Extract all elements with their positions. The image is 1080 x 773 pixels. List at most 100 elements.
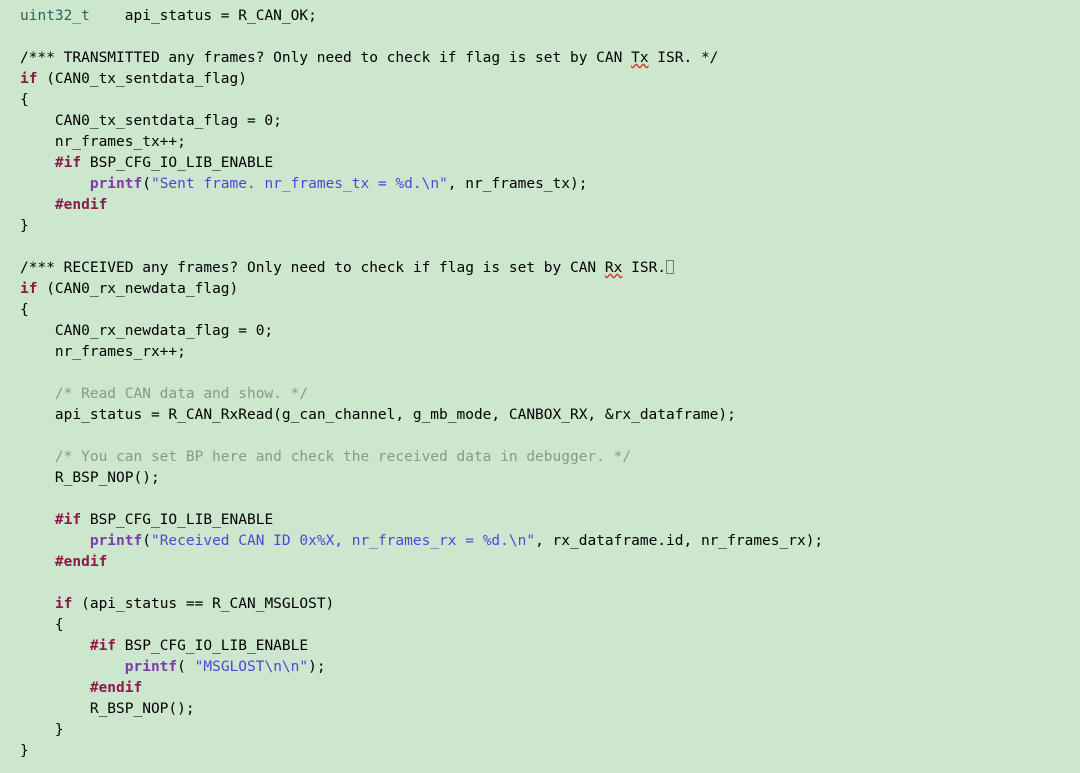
code-line[interactable]: #if BSP_CFG_IO_LIB_ENABLE [20, 153, 1080, 174]
code-token-misspelled-word: Rx [604, 260, 623, 276]
code-line[interactable]: #endif [20, 552, 1080, 573]
code-token-plain: } [20, 218, 29, 234]
code-line[interactable]: R_BSP_NOP(); [20, 699, 1080, 720]
code-token-plain: CAN0_rx_newdata_flag = 0; [54, 323, 274, 339]
code-line[interactable]: #endif [20, 678, 1080, 699]
code-line[interactable]: api_status = R_CAN_RxRead(g_can_channel,… [20, 405, 1080, 426]
code-line[interactable]: { [20, 90, 1080, 111]
code-token-misspelled-word: Tx [631, 50, 649, 66]
code-line[interactable]: if (CAN0_rx_newdata_flag) [20, 279, 1080, 300]
code-line[interactable]: #if BSP_CFG_IO_LIB_ENABLE [20, 510, 1080, 531]
code-line[interactable]: { [20, 615, 1080, 636]
code-token-preprocessor: #if [89, 638, 117, 654]
code-token-plain: ( [142, 176, 151, 192]
code-line[interactable]: } [20, 741, 1080, 762]
code-line[interactable]: printf("Received CAN ID 0x%X, nr_frames_… [20, 531, 1080, 552]
code-line[interactable]: uint32_t api_status = R_CAN_OK; [20, 6, 1080, 27]
code-token-doc-comment: ISR. */ [648, 50, 719, 66]
code-token-plain: api_status = R_CAN_RxRead(g_can_channel,… [54, 407, 736, 423]
code-token-plain: R_BSP_NOP(); [89, 701, 195, 717]
code-token-preprocessor: #endif [54, 197, 108, 213]
code-line[interactable]: CAN0_rx_newdata_flag = 0; [20, 321, 1080, 342]
code-token-plain: BSP_CFG_IO_LIB_ENABLE [116, 638, 309, 654]
code-token-keyword: if [20, 71, 38, 87]
code-line[interactable]: #endif [20, 195, 1080, 216]
code-token-plain: nr_frames_rx++; [54, 344, 186, 360]
code-token-plain: } [20, 743, 29, 759]
code-token-plain: (CAN0_rx_newdata_flag) [37, 281, 239, 297]
code-token-preprocessor: #endif [54, 554, 108, 570]
code-line[interactable]: printf( "MSGLOST\n\n"); [20, 657, 1080, 678]
code-token-function: printf [89, 176, 143, 192]
code-line[interactable]: #if BSP_CFG_IO_LIB_ENABLE [20, 636, 1080, 657]
code-token-plain: api_status = R_CAN_OK; [89, 8, 317, 24]
code-line[interactable]: } [20, 720, 1080, 741]
code-token-plain: BSP_CFG_IO_LIB_ENABLE [81, 512, 274, 528]
code-token-string: "Sent frame. nr_frames_tx = %d.\n" [150, 176, 448, 192]
missing-glyph-icon [666, 259, 675, 274]
code-token-plain: CAN0_tx_sentdata_flag = 0; [54, 113, 282, 129]
code-token-plain: , nr_frames_tx); [447, 176, 588, 192]
code-token-preprocessor: #if [54, 155, 82, 171]
code-token-doc-comment: /*** TRANSMITTED any frames? Only need t… [20, 50, 632, 66]
code-token-doc-comment: /*** RECEIVED any frames? Only need to c… [20, 260, 605, 276]
code-token-preprocessor: #if [54, 512, 82, 528]
code-token-plain: { [20, 302, 29, 318]
code-token-comment: /* You can set BP here and check the rec… [54, 449, 632, 465]
code-token-keyword: if [54, 596, 73, 612]
code-line[interactable]: CAN0_tx_sentdata_flag = 0; [20, 111, 1080, 132]
code-token-plain: ( [142, 533, 151, 549]
code-line[interactable]: nr_frames_rx++; [20, 342, 1080, 363]
code-line[interactable]: /*** RECEIVED any frames? Only need to c… [20, 258, 1080, 279]
code-token-plain: nr_frames_tx++; [54, 134, 186, 150]
code-line[interactable]: nr_frames_tx++; [20, 132, 1080, 153]
code-line[interactable]: /*** TRANSMITTED any frames? Only need t… [20, 48, 1080, 69]
code-token-plain: , rx_dataframe.id, nr_frames_rx); [535, 533, 824, 549]
code-token-function: printf [124, 659, 178, 675]
code-block[interactable]: uint32_t api_status = R_CAN_OK; /*** TRA… [20, 6, 1080, 762]
code-token-plain: { [54, 617, 64, 633]
code-token-string: "MSGLOST\n\n" [194, 659, 309, 675]
code-token-plain: { [20, 92, 29, 108]
code-line[interactable]: /* Read CAN data and show. */ [20, 384, 1080, 405]
code-token-plain: BSP_CFG_IO_LIB_ENABLE [81, 155, 274, 171]
code-token-string: "Received CAN ID 0x%X, nr_frames_rx = %d… [150, 533, 536, 549]
code-token-keyword: if [20, 281, 38, 297]
code-token-plain: (CAN0_tx_sentdata_flag) [37, 71, 247, 87]
code-token-plain: ( [177, 659, 195, 675]
code-line[interactable]: if (api_status == R_CAN_MSGLOST) [20, 594, 1080, 615]
code-line[interactable]: /* You can set BP here and check the rec… [20, 447, 1080, 468]
code-token-doc-comment: ISR. [622, 260, 667, 276]
code-line[interactable]: R_BSP_NOP(); [20, 468, 1080, 489]
code-token-preprocessor: #endif [89, 680, 143, 696]
code-line[interactable]: if (CAN0_tx_sentdata_flag) [20, 69, 1080, 90]
code-editor-viewport[interactable]: uint32_t api_status = R_CAN_OK; /*** TRA… [0, 0, 1080, 773]
code-line[interactable]: printf("Sent frame. nr_frames_tx = %d.\n… [20, 174, 1080, 195]
code-line[interactable]: { [20, 300, 1080, 321]
code-line[interactable]: } [20, 216, 1080, 237]
code-token-plain: ); [308, 659, 326, 675]
